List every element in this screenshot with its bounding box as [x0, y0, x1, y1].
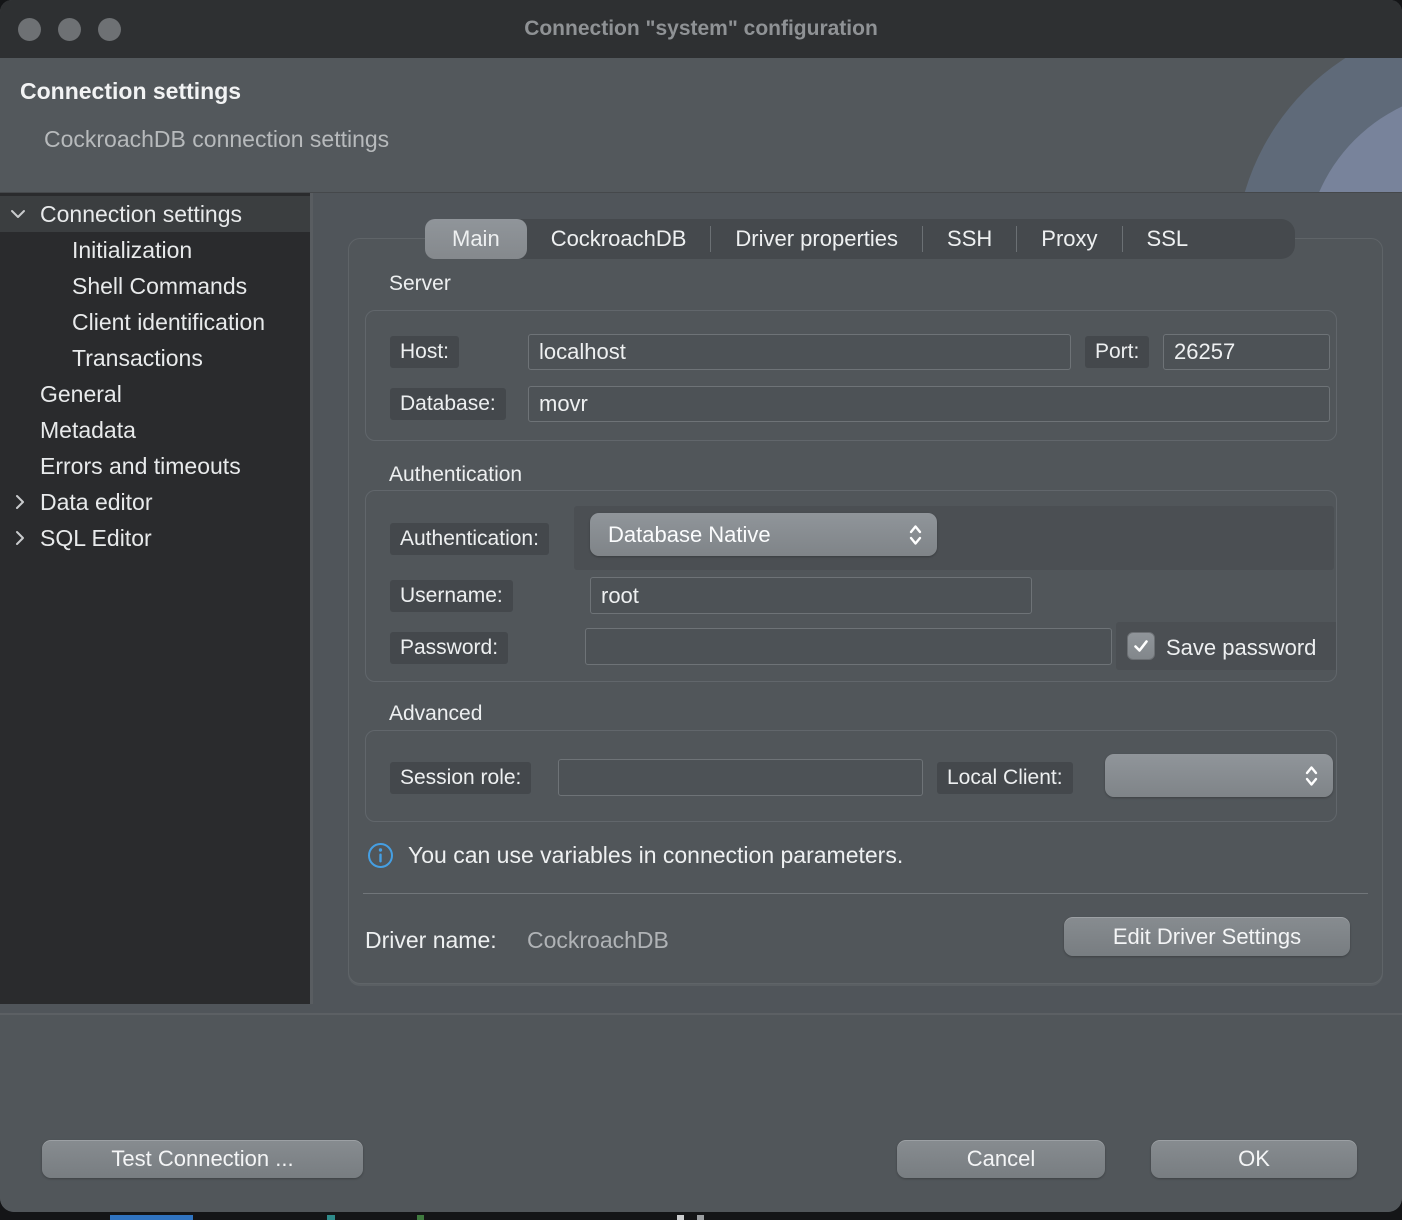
- main-tab-panel: Server Host: Port: Database: Authenticat…: [348, 238, 1383, 984]
- tab-ssh[interactable]: SSH: [923, 219, 1016, 259]
- sidebar-item-label: SQL Editor: [40, 520, 152, 556]
- username-label: Username:: [390, 580, 513, 612]
- background-strip: [0, 1212, 1402, 1220]
- host-label: Host:: [390, 336, 459, 368]
- sidebar-item-client-identification[interactable]: Client identification: [0, 304, 310, 340]
- info-icon: [367, 842, 394, 869]
- authentication-label: Authentication:: [390, 523, 549, 555]
- port-label: Port:: [1085, 336, 1149, 368]
- updown-chevrons-icon: [908, 523, 923, 547]
- sidebar-item-shell-commands[interactable]: Shell Commands: [0, 268, 310, 304]
- chevron-right-icon: [12, 529, 28, 547]
- main-pane: Main CockroachDB Driver properties SSH P…: [316, 193, 1402, 1014]
- session-role-label: Session role:: [390, 762, 531, 794]
- background-app-fragment: [417, 1215, 424, 1220]
- password-label: Password:: [390, 632, 508, 664]
- sidebar-item-sql-editor[interactable]: SQL Editor: [0, 520, 310, 556]
- sidebar-item-label: Data editor: [40, 484, 153, 520]
- tab-proxy[interactable]: Proxy: [1017, 219, 1121, 259]
- sidebar-item-label: Metadata: [40, 412, 136, 448]
- tab-main[interactable]: Main: [425, 219, 527, 259]
- sidebar-item-label: Errors and timeouts: [40, 448, 241, 484]
- save-password-checkbox-label: Save password: [1166, 635, 1336, 661]
- header-decoration-arcs: [1182, 58, 1402, 192]
- chevron-right-icon: [12, 493, 28, 511]
- sidebar-item-label: Client identification: [72, 304, 265, 340]
- sidebar-item-label: Connection settings: [40, 196, 242, 232]
- tab-bar: Main CockroachDB Driver properties SSH P…: [425, 219, 1295, 259]
- server-group-legend: Server: [389, 272, 451, 296]
- updown-chevrons-icon: [1304, 764, 1319, 788]
- sidebar-item-errors-and-timeouts[interactable]: Errors and timeouts: [0, 448, 310, 484]
- background-app-fragment: [110, 1215, 193, 1220]
- sidebar-item-data-editor[interactable]: Data editor: [0, 484, 310, 520]
- sidebar-item-label: Transactions: [72, 340, 203, 376]
- host-input[interactable]: [528, 334, 1071, 370]
- checkmark-icon: [1132, 637, 1150, 655]
- sidebar-item-connection-settings[interactable]: Connection settings: [0, 196, 310, 232]
- dialog-content: Connection settings Initialization Shell…: [0, 192, 1402, 1013]
- database-label: Database:: [390, 388, 506, 420]
- ok-button[interactable]: OK: [1151, 1140, 1357, 1178]
- local-client-label: Local Client:: [937, 762, 1073, 794]
- dialog-header: Connection settings CockroachDB connecti…: [0, 58, 1402, 192]
- authentication-selected-value: Database Native: [608, 522, 900, 548]
- authentication-select[interactable]: Database Native: [590, 513, 937, 556]
- screen: Connection "system" configuration Connec…: [0, 0, 1402, 1220]
- authentication-group-legend: Authentication: [389, 463, 522, 487]
- advanced-group: Session role: Local Client:: [365, 730, 1337, 822]
- tab-driver-properties[interactable]: Driver properties: [711, 219, 922, 259]
- username-input[interactable]: [590, 577, 1032, 614]
- sidebar-item-label: Initialization: [72, 232, 192, 268]
- port-input[interactable]: [1163, 334, 1330, 370]
- save-password-checkbox[interactable]: [1127, 632, 1155, 660]
- sidebar-item-metadata[interactable]: Metadata: [0, 412, 310, 448]
- sidebar-item-initialization[interactable]: Initialization: [0, 232, 310, 268]
- dialog-footer: Test Connection ... Cancel OK: [0, 1013, 1402, 1212]
- info-text: You can use variables in connection para…: [408, 842, 903, 869]
- tab-cockroachdb[interactable]: CockroachDB: [527, 219, 711, 259]
- page-subtitle: CockroachDB connection settings: [44, 126, 389, 153]
- password-input[interactable]: [585, 628, 1112, 665]
- cancel-button[interactable]: Cancel: [897, 1140, 1105, 1178]
- connection-configuration-dialog: Connection "system" configuration Connec…: [0, 0, 1402, 1212]
- advanced-group-legend: Advanced: [389, 702, 482, 726]
- session-role-input[interactable]: [558, 759, 923, 796]
- sidebar-item-general[interactable]: General: [0, 376, 310, 412]
- info-row: You can use variables in connection para…: [367, 842, 903, 869]
- sidebar-item-label: General: [40, 376, 122, 412]
- settings-tree: Connection settings Initialization Shell…: [0, 193, 313, 1004]
- panel-divider: [363, 893, 1368, 894]
- test-connection-button[interactable]: Test Connection ...: [42, 1140, 363, 1178]
- database-input[interactable]: [528, 386, 1330, 422]
- sidebar-item-transactions[interactable]: Transactions: [0, 340, 310, 376]
- background-app-fragment: [677, 1215, 684, 1220]
- background-app-fragment: [327, 1215, 335, 1220]
- tab-ssl[interactable]: SSL: [1123, 219, 1213, 259]
- driver-name-value: CockroachDB: [527, 927, 669, 954]
- sidebar-item-label: Shell Commands: [72, 268, 247, 304]
- authentication-group: Authentication: Database Native Username…: [365, 490, 1337, 682]
- server-group: Host: Port: Database:: [365, 310, 1337, 441]
- page-title: Connection settings: [20, 78, 241, 105]
- chevron-down-icon: [9, 206, 27, 222]
- driver-name-label: Driver name:: [365, 927, 497, 954]
- title-bar: Connection "system" configuration: [0, 0, 1402, 58]
- window-title: Connection "system" configuration: [0, 0, 1402, 58]
- local-client-select[interactable]: [1105, 754, 1333, 797]
- background-app-fragment: [697, 1215, 704, 1220]
- edit-driver-settings-button[interactable]: Edit Driver Settings: [1064, 917, 1350, 956]
